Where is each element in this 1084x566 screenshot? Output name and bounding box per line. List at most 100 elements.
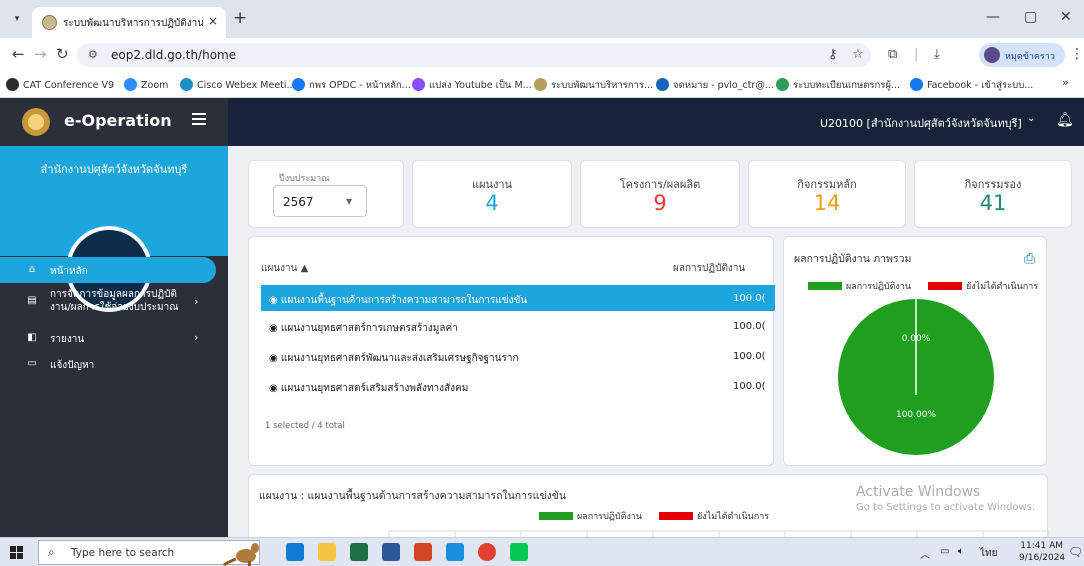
chevron-right-icon: › <box>194 295 199 308</box>
site-favicon-icon <box>42 15 57 30</box>
word-app-icon[interactable] <box>382 543 400 561</box>
powerpoint-app-icon[interactable] <box>414 543 432 561</box>
plan-name: ◉ แผนงานยุทธศาสตร์เสริมสร้างพลังทางสังคม <box>269 383 469 394</box>
bookmark-star-icon[interactable]: ☆ <box>852 47 864 62</box>
chevron-up-icon[interactable]: ︿ <box>920 546 930 561</box>
edge-app-icon[interactable] <box>286 543 304 561</box>
activate-windows-title: Activate Windows <box>856 484 981 500</box>
url-text[interactable]: eop2.dld.go.th/home <box>111 48 236 62</box>
plan-result: 100.0( <box>733 351 766 362</box>
selection-summary: 1 selected / 4 total <box>265 421 345 431</box>
browser-menu-icon[interactable]: ⋮ <box>1070 46 1084 62</box>
reload-icon[interactable]: ↻ <box>56 45 69 63</box>
download-icon[interactable]: ⤓ <box>934 47 940 62</box>
user-menu-label[interactable]: U20100 [สำนักงานปศุสัตว์จังหวัดจันทบุรี] <box>820 114 1022 132</box>
sidebar-item-report-problem[interactable]: ▭ แจ้งปัญหา <box>0 351 216 377</box>
window-close-button[interactable]: ✕ <box>1060 9 1072 25</box>
site-info-icon[interactable]: ⚙ <box>88 48 98 61</box>
new-tab-button[interactable]: + <box>233 8 247 28</box>
report-icon: ◧ <box>27 332 37 343</box>
browser-address-bar: ← → ↻ ⚙ eop2.dld.go.th/home ⚷ ☆ ⧉ | ⤓ หม… <box>0 38 1084 72</box>
bookmark-item[interactable]: จดหมาย - pvlo_ctr@... <box>656 78 774 93</box>
col-header-plan[interactable]: แผนงาน ▲ <box>261 261 308 276</box>
table-row[interactable]: ◉ แผนงานยุทธศาสตร์พัฒนาและส่งเสริมเศรษฐก… <box>261 343 775 369</box>
stat-value: 4 <box>485 191 499 215</box>
form-icon: ▤ <box>27 295 37 306</box>
bookmark-favicon-icon <box>656 78 669 91</box>
window-minimize-button[interactable]: — <box>986 9 1000 25</box>
fiscal-year-select[interactable]: 2567 ▼ <box>273 185 367 217</box>
profile-button[interactable]: หมุดข้าคราว <box>979 43 1065 67</box>
stat-value: 41 <box>979 191 1007 215</box>
chrome-app-icon[interactable] <box>478 543 496 561</box>
hamburger-menu-icon[interactable] <box>192 113 206 128</box>
fiscal-year-label: ปีงบประมาณ <box>277 171 332 185</box>
toolbar-divider: | <box>914 47 919 62</box>
extensions-icon[interactable]: ⧉ <box>888 47 897 62</box>
speaker-icon[interactable]: 🔈︎ <box>958 546 964 557</box>
pie-data-label-1: 0.00% <box>902 334 931 344</box>
kangaroo-widget-icon[interactable] <box>222 539 268 566</box>
browser-tab-active[interactable]: ระบบพัฒนาบริหารการปฏิบัติงาน (e- × <box>32 7 226 38</box>
back-arrow-icon[interactable]: ← <box>12 45 25 63</box>
pie-chart: 100.00% 0.00% <box>838 299 994 455</box>
bookmark-item[interactable]: ระบบทะเบียนเกษตรกรผู้... <box>776 78 900 93</box>
overall-result-card: ผลการปฏิบัติงาน ภาพรวม ⎙ ผลการปฏิบัติงาน… <box>783 236 1047 466</box>
sidebar-profile-panel: สำนักงานปศุสัตว์จังหวัดจันทบุรี <box>0 146 228 312</box>
fiscal-year-value: 2567 <box>283 195 314 209</box>
col-header-result[interactable]: ผลการปฏิบัติงาน <box>673 261 745 276</box>
app-sidebar: e-Operation สำนักงานปศุสัตว์จังหวัดจันทบ… <box>0 98 228 537</box>
sidebar-item-data-management[interactable]: ▤ การจัดการข้อมูลผลการปฏิบัติ งาน/ผลการใ… <box>0 285 216 319</box>
sidebar-item-home[interactable]: ⌂ หน้าหลัก <box>0 257 216 283</box>
excel-app-icon[interactable] <box>350 543 368 561</box>
activate-windows-subtitle: Go to Settings to activate Windows. <box>856 502 1036 513</box>
bookmark-item[interactable]: CAT Conference V9 <box>6 78 114 91</box>
table-row[interactable]: ◉ แผนงานพื้นฐานด้านการสร้างความสามารถในก… <box>261 285 775 311</box>
bookmark-item[interactable]: แปลง Youtube เป็น M... <box>412 78 532 93</box>
file-explorer-app-icon[interactable] <box>318 543 336 561</box>
profile-name: หมุดข้าคราว <box>1005 52 1055 62</box>
table-row[interactable]: ◉ แผนงานยุทธศาสตร์เสริมสร้างพลังทางสังคม… <box>261 373 775 399</box>
table-row[interactable]: ◉ แผนงานยุทธศาสตร์การเกษตรสร้างมูลค่า 10… <box>261 313 775 339</box>
network-icon[interactable]: ▭ <box>940 546 949 557</box>
stat-card-sub-activities: กิจกรรมรอง 41 <box>914 160 1072 228</box>
forward-arrow-icon[interactable]: → <box>34 45 47 63</box>
tab-search-button[interactable]: ▾ <box>8 11 26 27</box>
profile-avatar <box>984 47 1000 63</box>
chevron-right-icon: › <box>194 331 199 344</box>
sidebar-item-reports[interactable]: ◧ รายงาน › <box>0 325 216 351</box>
window-maximize-button[interactable]: ▢ <box>1024 9 1037 25</box>
stat-card-projects: โครงการ/ผลผลิต 9 <box>580 160 740 228</box>
notification-center-icon[interactable]: 🗨︎2 <box>1068 545 1084 566</box>
bookmark-item[interactable]: Cisco Webex Meeti... <box>180 78 296 91</box>
plan-name: ◉ แผนงานยุทธศาสตร์การเกษตรสร้างมูลค่า <box>269 323 458 334</box>
plan-name: ◉ แผนงานยุทธศาสตร์พัฒนาและส่งเสริมเศรษฐก… <box>269 353 519 364</box>
notification-bell-icon[interactable]: 🔔︎ <box>1056 112 1074 128</box>
plan-result: 100.0( <box>733 381 766 392</box>
bookmark-item[interactable]: Zoom <box>124 78 168 91</box>
input-language-indicator[interactable]: ไทย <box>980 546 997 561</box>
app-top-bar: U20100 [สำนักงานปศุสัตว์จังหวัดจันทบุรี]… <box>228 98 1084 146</box>
sidebar-item-label: รายงาน <box>50 334 85 345</box>
chevron-down-icon[interactable]: ⌄ <box>1027 113 1035 124</box>
chat-icon: ▭ <box>27 358 37 369</box>
taskbar-clock[interactable]: 11:41 AM 9/16/2024 <box>1019 540 1065 564</box>
bookmark-item[interactable]: Facebook - เข้าสู่ระบบ... <box>910 78 1033 93</box>
tab-close-button[interactable]: × <box>208 14 218 28</box>
password-key-icon[interactable]: ⚷ <box>828 47 838 62</box>
stat-value: 9 <box>653 191 667 215</box>
bookmark-favicon-icon <box>534 78 547 91</box>
bookmark-item[interactable]: ระบบพัฒนาบริหารการ... <box>534 78 653 93</box>
bookmark-favicon-icon <box>6 78 19 91</box>
bookmarks-bar: CAT Conference V9 Zoom Cisco Webex Meeti… <box>0 72 1084 98</box>
windows-taskbar: ⌕ Type here to search ︿ ▭ 🔈︎ ไทย 11:41 A… <box>0 537 1084 566</box>
search-icon: ⌕ <box>48 545 55 559</box>
ie-app-icon[interactable] <box>446 543 464 561</box>
search-placeholder: Type here to search <box>71 547 175 559</box>
pie-data-label-0: 100.00% <box>896 410 936 420</box>
url-omnibox[interactable]: ⚙ eop2.dld.go.th/home <box>77 43 871 67</box>
windows-start-icon[interactable] <box>10 546 23 559</box>
more-bookmarks-button[interactable]: » <box>1062 76 1069 89</box>
bookmark-item[interactable]: กพร OPDC - หน้าหลัก... <box>292 78 411 93</box>
line-app-icon[interactable] <box>510 543 528 561</box>
